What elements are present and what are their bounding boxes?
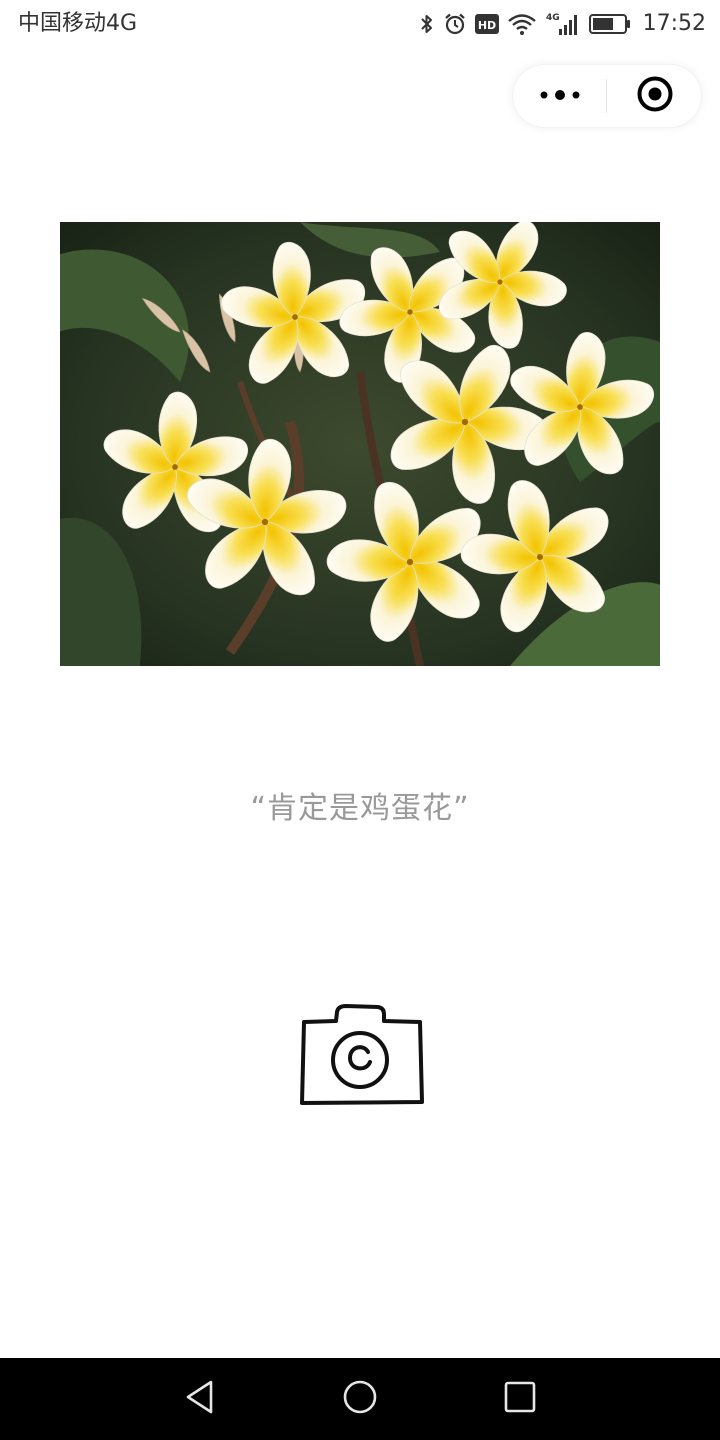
nav-bar bbox=[0, 1358, 720, 1440]
carrier-label: 中国移动4G bbox=[18, 11, 138, 36]
signal-4g-icon: 4G bbox=[545, 11, 581, 37]
recent-square-icon bbox=[503, 1380, 537, 1418]
capsule-menu bbox=[512, 64, 702, 128]
screen: 中国移动4G HD 4G 17:52 “肯定是鸡蛋花” bbox=[0, 0, 720, 1440]
flower-photo bbox=[60, 222, 660, 666]
status-bar: 中国移动4G HD 4G 17:52 bbox=[0, 0, 720, 50]
more-dots-icon bbox=[538, 87, 582, 106]
hd-label: HD bbox=[477, 19, 495, 32]
target-close-icon bbox=[636, 75, 674, 117]
result-caption: “肯定是鸡蛋花” bbox=[250, 791, 470, 826]
back-triangle-icon bbox=[183, 1379, 217, 1419]
alarm-icon bbox=[443, 12, 467, 36]
home-circle-icon bbox=[342, 1379, 378, 1419]
more-button[interactable] bbox=[513, 65, 607, 127]
camera-button[interactable] bbox=[290, 998, 430, 1116]
recent-apps-button[interactable] bbox=[470, 1358, 570, 1440]
hd-icon: HD bbox=[474, 13, 499, 35]
back-button[interactable] bbox=[150, 1358, 250, 1440]
flower-illustration bbox=[60, 222, 660, 666]
clock: 17:52 bbox=[642, 11, 706, 36]
battery-icon bbox=[588, 13, 631, 35]
home-button[interactable] bbox=[310, 1358, 410, 1440]
capsule-divider bbox=[606, 79, 607, 113]
status-icons: HD 4G 17:52 bbox=[419, 8, 706, 40]
network-label: 4G bbox=[546, 13, 560, 23]
camera-icon bbox=[294, 1000, 426, 1114]
bluetooth-icon bbox=[419, 12, 435, 36]
close-button[interactable] bbox=[608, 65, 702, 127]
wifi-icon bbox=[507, 12, 537, 36]
